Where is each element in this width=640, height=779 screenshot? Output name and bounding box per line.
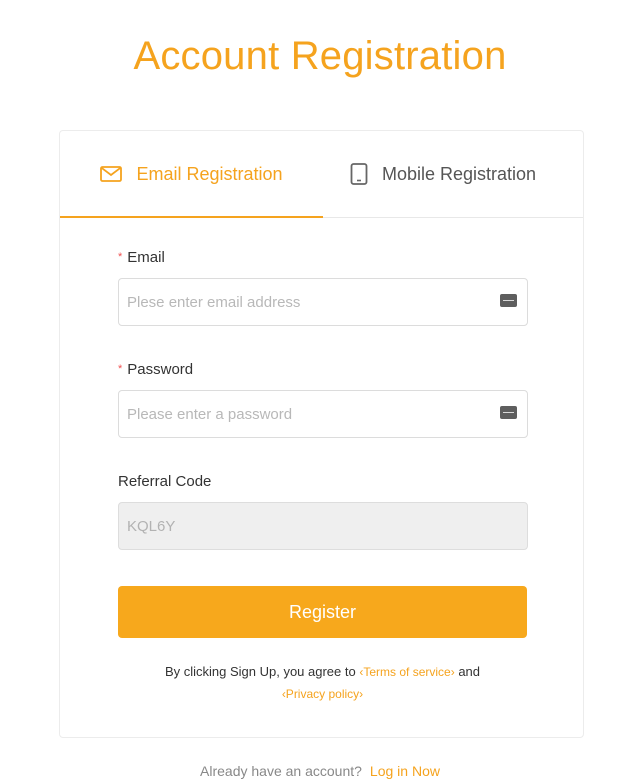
referral-code-container xyxy=(118,502,528,550)
tab-email-registration[interactable]: Email Registration xyxy=(60,131,323,218)
password-field[interactable] xyxy=(119,391,489,437)
referral-code-label: Referral Code xyxy=(118,473,212,490)
tab-mobile-label: Mobile Registration xyxy=(382,163,537,184)
phone-icon xyxy=(350,163,368,185)
register-button[interactable]: Register xyxy=(118,586,527,638)
keyboard-icon[interactable] xyxy=(500,406,517,419)
required-mark: * xyxy=(118,363,123,375)
envelope-icon xyxy=(100,166,123,182)
tab-mobile-registration[interactable]: Mobile Registration xyxy=(350,131,583,217)
referral-code-field xyxy=(119,503,489,549)
page-title: Account Registration xyxy=(133,34,507,78)
email-label: * Email xyxy=(118,249,165,266)
agreement-text: By clicking Sign Up, you agree to ‹Terms… xyxy=(100,661,545,705)
password-label: * Password xyxy=(118,361,193,378)
tab-email-label: Email Registration xyxy=(136,163,283,184)
privacy-policy-link[interactable]: ‹Privacy policy› xyxy=(282,687,363,701)
registration-card: Email Registration Mobile Registration *… xyxy=(59,130,584,738)
password-field-container xyxy=(118,390,528,438)
password-label-text: Password xyxy=(127,361,194,378)
email-label-text: Email xyxy=(127,249,165,266)
keyboard-icon[interactable] xyxy=(500,294,517,307)
email-field-container xyxy=(118,278,528,326)
terms-of-service-link[interactable]: ‹Terms of service› xyxy=(359,665,454,679)
agreement-and: and xyxy=(458,664,481,679)
email-field[interactable] xyxy=(119,279,489,325)
agreement-prefix: By clicking Sign Up, you agree to xyxy=(164,664,356,679)
registration-tabs: Email Registration Mobile Registration xyxy=(60,131,583,218)
required-mark: * xyxy=(118,251,123,263)
